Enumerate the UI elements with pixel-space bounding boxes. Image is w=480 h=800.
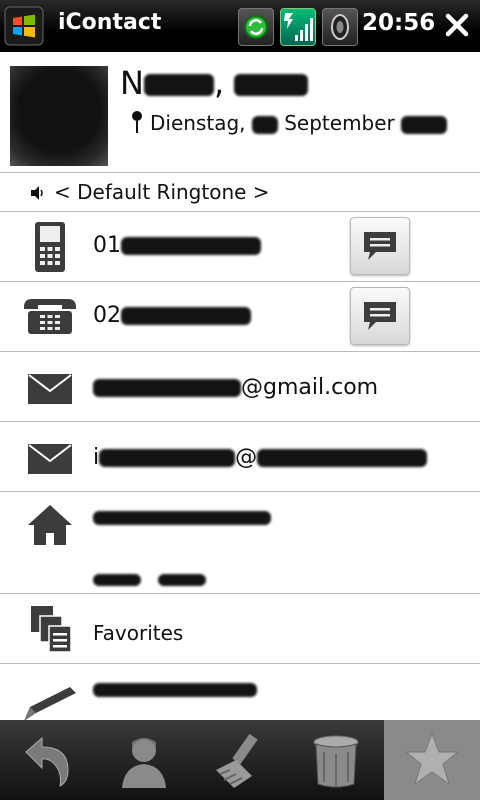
groups-icon	[30, 605, 72, 657]
pin-icon	[130, 110, 144, 139]
favorites-row[interactable]: Favorites	[0, 593, 480, 664]
contact-name: N,	[120, 64, 309, 102]
ringtone-label: < Default Ringtone >	[54, 180, 270, 204]
work-phone-row[interactable]: 02	[0, 281, 480, 352]
favorites-label: Favorites	[93, 621, 184, 645]
message-icon	[364, 302, 396, 330]
delete-icon	[313, 735, 359, 788]
work-number[interactable]: 02	[93, 303, 251, 328]
status-bar: iContact 20:56	[0, 0, 480, 52]
redacted-text	[158, 574, 206, 586]
email-address-2[interactable]: i @	[93, 445, 428, 470]
contact-button[interactable]	[96, 720, 192, 800]
home-icon	[26, 503, 74, 551]
redacted-text	[99, 449, 236, 467]
redacted-text	[93, 574, 141, 586]
desk-phone-icon	[22, 297, 78, 339]
redacted-text	[93, 379, 241, 397]
edit-icon	[216, 733, 258, 788]
notes-text	[93, 677, 257, 702]
signal-icon[interactable]	[280, 8, 316, 46]
contact-name-initial: N	[120, 64, 144, 102]
email-row-1[interactable]: @gmail.com	[0, 351, 480, 422]
email-address-1[interactable]: @gmail.com	[93, 375, 378, 400]
redacted-text	[143, 74, 214, 96]
volume-icon[interactable]	[322, 8, 358, 46]
redacted-text	[121, 237, 261, 255]
birthday-weekday: Dienstag,	[150, 111, 246, 135]
address-city	[93, 567, 206, 592]
work-number-prefix: 02	[93, 303, 121, 328]
email-2-at: @	[235, 445, 258, 470]
contact-name-separator: ,	[213, 64, 235, 102]
notes-row[interactable]	[0, 663, 480, 723]
redacted-text	[257, 449, 428, 467]
contact-photo[interactable]	[10, 66, 108, 166]
sms-button-work[interactable]	[350, 287, 410, 345]
address-row[interactable]	[0, 491, 480, 594]
delete-button[interactable]	[288, 720, 384, 800]
mobile-phone-row[interactable]: 01	[0, 211, 480, 282]
redacted-text	[93, 683, 257, 697]
redacted-text	[93, 511, 271, 525]
back-button[interactable]	[0, 720, 96, 800]
sms-button-mobile[interactable]	[350, 217, 410, 275]
redacted-text	[234, 74, 309, 96]
favorite-button[interactable]	[384, 720, 480, 800]
clock: 20:56	[362, 10, 436, 36]
back-icon	[25, 736, 69, 787]
bottom-toolbar	[0, 720, 480, 800]
windows-start-icon[interactable]	[4, 6, 44, 46]
email-row-2[interactable]: i @	[0, 421, 480, 492]
sync-icon[interactable]	[238, 8, 274, 46]
app-title: iContact	[58, 10, 162, 35]
contact-header: N, Dienstag, September	[0, 52, 480, 173]
redacted-text	[401, 115, 448, 134]
birthday: Dienstag, September	[130, 110, 448, 139]
mobile-number[interactable]: 01	[93, 233, 261, 258]
email-1-domain: @gmail.com	[241, 375, 379, 400]
close-icon[interactable]	[440, 8, 474, 42]
redacted-text	[121, 307, 251, 325]
speaker-icon	[28, 183, 48, 207]
favorite-star-icon	[404, 732, 460, 786]
birthday-month: September	[284, 111, 395, 135]
edit-button[interactable]	[192, 720, 288, 800]
envelope-icon	[27, 373, 73, 409]
contact-icon	[122, 738, 166, 788]
ringtone-row[interactable]: < Default Ringtone >	[0, 173, 480, 212]
address-street	[93, 505, 271, 530]
redacted-text	[251, 115, 278, 134]
envelope-icon	[27, 443, 73, 479]
mobile-number-prefix: 01	[93, 233, 121, 258]
message-icon	[364, 232, 396, 260]
mobile-phone-icon	[33, 221, 67, 277]
